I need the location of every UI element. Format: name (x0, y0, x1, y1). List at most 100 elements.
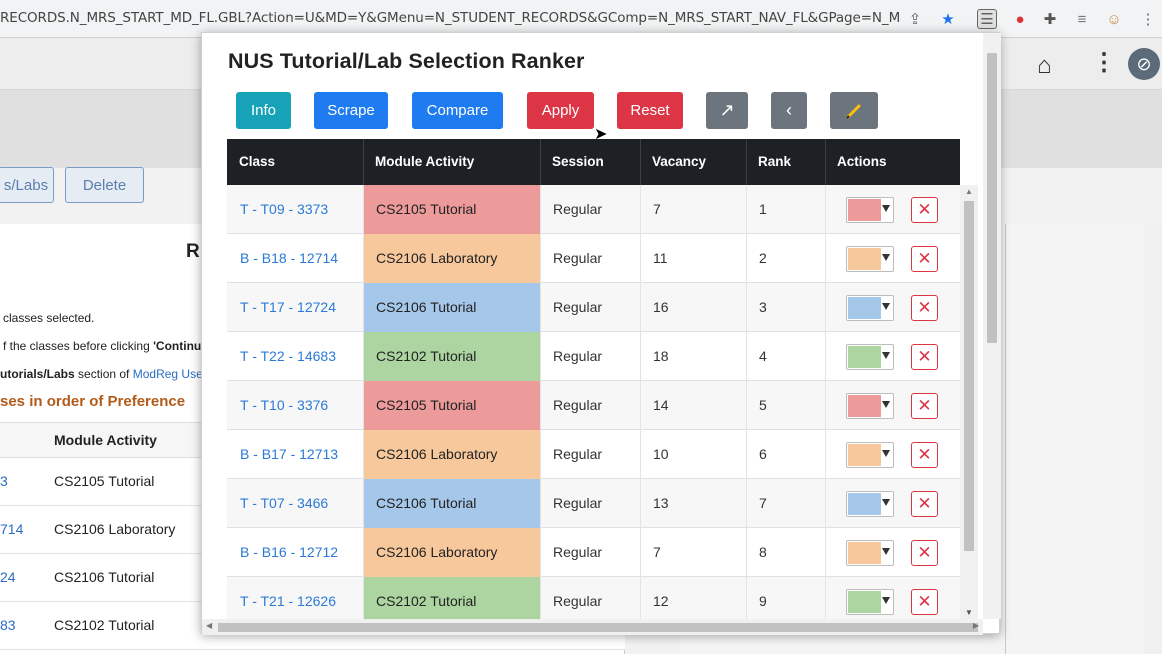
module-activity-cell: CS2105 Tutorial (363, 381, 540, 430)
column-header-activity: Module Activity (375, 154, 475, 169)
module-activity-cell: CS2102 Tutorial (363, 577, 540, 619)
remove-row-button[interactable]: ✕ (911, 393, 938, 419)
session-cell: Regular (553, 348, 603, 364)
color-select[interactable] (846, 442, 894, 468)
close-icon: ✕ (917, 445, 932, 464)
cell-divider (640, 185, 641, 234)
color-select[interactable] (846, 540, 894, 566)
info-button[interactable]: Info (236, 92, 291, 129)
rank-cell: 9 (759, 593, 767, 609)
table-row: T - T17 - 12724 CS2106 Tutorial Regular 16 3… (227, 283, 960, 332)
remove-row-button[interactable]: ✕ (911, 442, 938, 468)
cell-divider (363, 185, 364, 234)
class-link[interactable]: B - B16 - 12712 (227, 528, 363, 577)
extension-red-icon[interactable]: ● (1010, 9, 1030, 29)
session-cell: Regular (553, 593, 603, 609)
close-icon: ✕ (917, 543, 932, 562)
color-select[interactable] (846, 344, 894, 370)
remove-row-button[interactable]: ✕ (911, 246, 938, 272)
cell-divider (363, 479, 364, 528)
background-scrollbar[interactable] (1144, 224, 1162, 654)
horizontal-scrollbar[interactable]: ◀ ▶ (202, 619, 983, 635)
color-select[interactable] (846, 491, 894, 517)
scrollbar-thumb[interactable] (218, 623, 978, 632)
apply-button[interactable]: Apply (527, 92, 594, 129)
back-button[interactable]: ‹ (771, 92, 807, 129)
rank-cell: 4 (759, 348, 767, 364)
background-activity: CS2102 Tutorial (54, 617, 155, 633)
chevron-down-icon (882, 401, 890, 408)
reset-button[interactable]: Reset (617, 92, 683, 129)
color-select[interactable] (846, 589, 894, 615)
background-class-link[interactable]: 83 (0, 617, 16, 633)
remove-row-button[interactable]: ✕ (911, 344, 938, 370)
cell-divider (746, 577, 747, 619)
scroll-up-icon[interactable]: ▲ (965, 187, 973, 196)
close-icon: ✕ (917, 396, 932, 415)
share-icon[interactable]: ⇪ (905, 9, 925, 29)
background-text-fragment: section of (74, 367, 133, 381)
color-select[interactable] (846, 246, 894, 272)
cell-divider (640, 479, 641, 528)
remove-row-button[interactable]: ✕ (911, 589, 938, 615)
background-delete-button[interactable]: Delete (65, 167, 144, 203)
background-text-bold: utorials/Labs (0, 367, 75, 381)
table-row: T - T10 - 3376 CS2105 Tutorial Regular 14 5 ✕ (227, 381, 960, 430)
scroll-down-icon[interactable]: ▼ (965, 608, 973, 617)
scrollbar-thumb[interactable] (964, 201, 974, 551)
cell-divider (540, 234, 541, 283)
bookmark-star-icon[interactable]: ★ (938, 9, 958, 29)
class-link[interactable]: T - T17 - 12724 (227, 283, 363, 332)
background-class-link[interactable]: 24 (0, 569, 16, 585)
class-link[interactable]: B - B18 - 12714 (227, 234, 363, 283)
home-icon[interactable]: ⌂ (1037, 52, 1052, 80)
close-icon: ✕ (917, 249, 932, 268)
puzzle-icon[interactable]: ✚ (1040, 9, 1060, 29)
cell-divider (540, 283, 541, 332)
color-select[interactable] (846, 197, 894, 223)
cell-divider (825, 430, 826, 479)
vacancy-cell: 16 (653, 299, 669, 315)
class-link[interactable]: T - T10 - 3376 (227, 381, 363, 430)
browser-menu-icon[interactable]: ⋮ (1138, 9, 1158, 29)
class-link[interactable]: T - T09 - 3373 (227, 185, 363, 234)
extension-ranker-icon[interactable]: ☰ (977, 9, 997, 29)
table-scrollbar[interactable]: ▲ ▼ (960, 185, 978, 619)
class-link[interactable]: T - T21 - 12626 (227, 577, 363, 619)
compass-icon[interactable]: ⊘ (1128, 48, 1160, 80)
popup-scrollbar[interactable] (983, 33, 1001, 619)
class-link[interactable]: T - T07 - 3466 (227, 479, 363, 528)
scroll-left-icon[interactable]: ◀ (206, 621, 212, 630)
background-class-link[interactable]: 3 (0, 473, 8, 489)
class-link[interactable]: B - B17 - 12713 (227, 430, 363, 479)
scrollbar-thumb[interactable] (987, 53, 997, 343)
remove-row-button[interactable]: ✕ (911, 540, 938, 566)
cell-divider (640, 528, 641, 577)
reading-list-icon[interactable]: ≡ (1072, 9, 1092, 29)
class-link[interactable]: T - T22 - 14683 (227, 332, 363, 381)
cell-divider (540, 577, 541, 619)
close-icon: ✕ (917, 347, 932, 366)
background-link[interactable]: ModReg User (133, 367, 207, 381)
background-labs-button[interactable]: s/Labs (0, 167, 54, 203)
open-external-button[interactable]: ↗ (706, 92, 748, 129)
remove-row-button[interactable]: ✕ (911, 197, 938, 223)
background-class-link[interactable]: 714 (0, 521, 23, 537)
table-row: B - B18 - 12714 CS2106 Laboratory Regular 1… (227, 234, 960, 283)
rank-cell: 3 (759, 299, 767, 315)
background-activity: CS2106 Tutorial (54, 569, 155, 585)
address-bar[interactable]: RECORDS.N_MRS_START_MD_FL.GBL?Action=U&M… (0, 10, 900, 26)
edit-button[interactable] (830, 92, 878, 129)
compare-button[interactable]: Compare (412, 92, 503, 129)
color-select[interactable] (846, 295, 894, 321)
scrape-button[interactable]: Scrape (314, 92, 388, 129)
cell-divider (363, 528, 364, 577)
module-activity-cell: CS2106 Laboratory (363, 430, 540, 479)
table-header: Class Module Activity Session Vacancy Ra… (227, 139, 960, 185)
more-options-icon[interactable]: ⋮ (1092, 48, 1116, 77)
remove-row-button[interactable]: ✕ (911, 491, 938, 517)
avatar[interactable]: ☺ (1104, 9, 1124, 29)
scroll-right-icon[interactable]: ▶ (973, 621, 979, 630)
remove-row-button[interactable]: ✕ (911, 295, 938, 321)
color-select[interactable] (846, 393, 894, 419)
